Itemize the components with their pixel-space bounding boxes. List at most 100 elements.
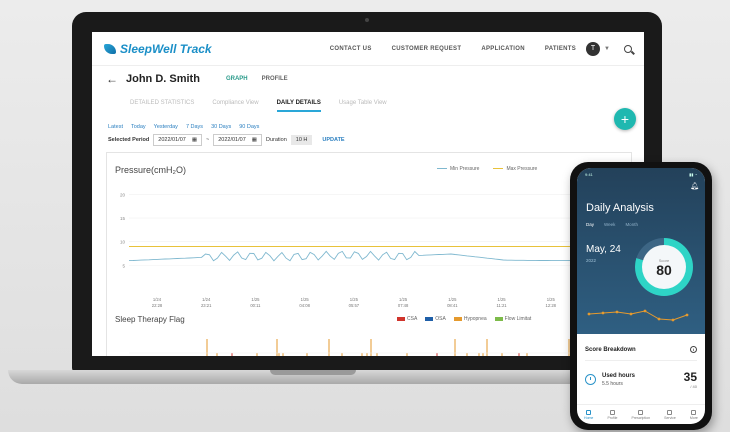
- calendar-icon[interactable]: ▦: [252, 137, 257, 143]
- legend-csa-label: CSA: [407, 316, 418, 322]
- start-date-field[interactable]: 2022/01/07 ▦: [153, 134, 203, 146]
- legend-osa: OSA: [425, 316, 446, 322]
- x-tick-date: 1/25: [547, 297, 556, 302]
- tab-profile[interactable]: PROFILE: [262, 76, 288, 82]
- trend-point: [615, 310, 619, 314]
- nav-service[interactable]: Service: [664, 409, 676, 420]
- pressure-chart: 20151051/2422:281/2423:211/2500:111/2504…: [120, 192, 612, 356]
- trend-mini-chart: [587, 309, 689, 322]
- search-icon[interactable]: [624, 44, 632, 53]
- update-button[interactable]: UPDATE: [322, 137, 344, 143]
- score-value: 80: [656, 261, 672, 278]
- range-90-days[interactable]: 90 Days: [239, 124, 259, 130]
- nav-prescription[interactable]: Prescription: [631, 409, 651, 420]
- x-tick-time: 07:48: [398, 303, 409, 308]
- patient-name: John D. Smith: [126, 73, 200, 85]
- period-controls: Selected Period 2022/01/07 ▦ ~ 2022/01/07…: [108, 134, 345, 146]
- clock-icon: [585, 374, 596, 385]
- bell-icon[interactable]: 🔔︎: [690, 182, 699, 190]
- status-time: 9:41: [585, 172, 593, 177]
- y-tick-label: 20: [120, 192, 126, 197]
- subtab-compliance-view[interactable]: Compliance View: [212, 100, 258, 112]
- x-tick-date: 1/24: [153, 297, 162, 302]
- range-yesterday[interactable]: Yesterday: [154, 124, 178, 130]
- range-7-days[interactable]: 7 Days: [186, 124, 203, 130]
- y-tick-label: 5: [122, 263, 125, 268]
- camera: [365, 18, 369, 22]
- nav-application[interactable]: APPLICATION: [481, 46, 525, 52]
- divider: [585, 360, 697, 361]
- tab-graph[interactable]: GRAPH: [226, 76, 248, 82]
- logo[interactable]: SleepWell Track: [104, 42, 212, 56]
- score-ring: Score 80: [635, 238, 693, 296]
- trend-point: [657, 317, 661, 321]
- trend-point: [685, 313, 689, 317]
- used-hours-card[interactable]: Used hours 5.5 hours 35 / 40: [585, 370, 697, 389]
- range-today[interactable]: Today: [131, 124, 146, 130]
- more-icon: [691, 409, 697, 415]
- calendar-icon[interactable]: ▦: [192, 137, 197, 143]
- x-tick-date: 1/24: [202, 297, 211, 302]
- subtab-detailed-statistics[interactable]: DETAILED STATISTICS: [130, 100, 194, 112]
- range-latest[interactable]: Latest: [108, 124, 123, 130]
- duration-label: Duration: [265, 137, 287, 143]
- tab-day[interactable]: Day: [586, 222, 594, 227]
- x-tick-time: 05:57: [349, 303, 360, 308]
- prescription-icon: [638, 409, 644, 415]
- x-tick-time: 04:08: [299, 303, 310, 308]
- trend-point: [671, 318, 675, 322]
- y-tick-label: 15: [120, 216, 126, 221]
- nav-more[interactable]: More: [690, 409, 698, 420]
- x-tick-time: 22:28: [152, 303, 163, 308]
- period-label: Selected Period: [108, 137, 150, 143]
- nav-home-label: Home: [584, 415, 594, 420]
- end-date-value: 2022/01/07: [218, 137, 246, 143]
- chevron-down-icon[interactable]: ▼: [604, 46, 610, 52]
- flag-legend: CSA OSA Hypopnea Flow Limitat: [397, 316, 531, 322]
- status-bar: 9:41 ▮▮ ◔: [585, 172, 697, 177]
- trend-point: [587, 312, 591, 316]
- x-tick-date: 1/25: [448, 297, 457, 302]
- profile-icon: [609, 409, 615, 415]
- bottom-nav: Home Profile Prescription Service More: [577, 404, 705, 424]
- x-tick-date: 1/25: [399, 297, 408, 302]
- add-button[interactable]: +: [614, 108, 636, 130]
- score-breakdown-row[interactable]: Score Breakdown i: [585, 346, 697, 353]
- quick-range-links: Latest Today Yesterday 7 Days 30 Days 90…: [108, 124, 259, 130]
- tab-month[interactable]: Month: [625, 222, 638, 227]
- used-hours-label: Used hours: [602, 372, 636, 379]
- x-tick-time: 23:21: [201, 303, 212, 308]
- end-date-field[interactable]: 2022/01/07 ▦: [213, 134, 262, 146]
- range-30-days[interactable]: 30 Days: [211, 124, 231, 130]
- top-nav: SleepWell Track CONTACT US CUSTOMER REQU…: [92, 32, 644, 66]
- score-ring-center: Score 80: [642, 245, 686, 289]
- nav-home[interactable]: Home: [584, 409, 594, 420]
- analysis-date: May, 24: [586, 244, 621, 255]
- logo-icon: [104, 43, 116, 54]
- chart-panel: Pressure(cmH₂O) Min Pressure Max Pressur…: [106, 152, 632, 356]
- nav-contact-us[interactable]: CONTACT US: [330, 46, 372, 52]
- tab-week[interactable]: Week: [604, 222, 615, 227]
- nav-patients[interactable]: PATIENTS: [545, 46, 576, 52]
- nav-customer-request[interactable]: CUSTOMER REQUEST: [392, 46, 462, 52]
- nav-profile[interactable]: Profile: [608, 409, 617, 420]
- back-arrow-icon[interactable]: ←: [106, 72, 118, 86]
- trend-point: [629, 312, 633, 316]
- used-hours-value: 5.5 hours: [602, 380, 623, 387]
- x-tick-time: 11:21: [496, 303, 507, 308]
- analysis-year: 2022: [586, 258, 597, 263]
- duration-select[interactable]: 10 H: [290, 135, 313, 145]
- subtab-daily-details[interactable]: DAILY DETAILS: [276, 100, 321, 112]
- avatar[interactable]: T: [586, 41, 601, 56]
- used-hours-points: 35: [683, 370, 697, 384]
- range-separator: ~: [206, 137, 210, 143]
- nav-prescription-label: Prescription: [631, 415, 651, 420]
- info-icon[interactable]: i: [690, 346, 697, 353]
- legend-swatch: [425, 316, 434, 321]
- flag-chart-title: Sleep Therapy Flag: [115, 315, 185, 324]
- legend-osa-label: OSA: [435, 316, 446, 322]
- x-tick-date: 1/25: [251, 297, 260, 302]
- subtab-usage-table-view[interactable]: Usage Table View: [339, 100, 387, 112]
- x-tick-date: 1/25: [350, 297, 359, 302]
- x-tick-date: 1/25: [497, 297, 506, 302]
